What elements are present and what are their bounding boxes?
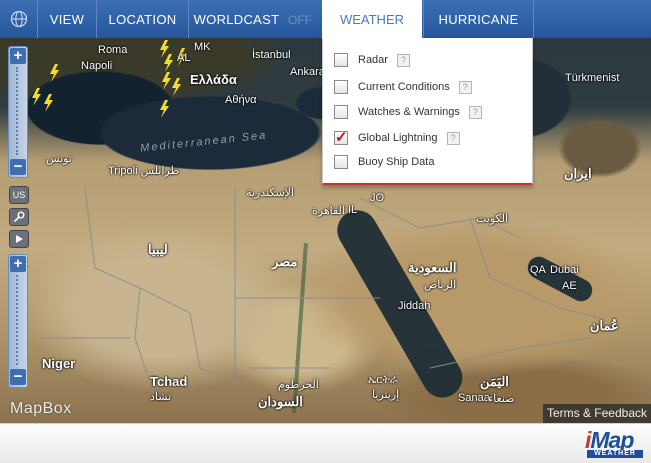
imap-weather-logo[interactable]: iMap WEATHER <box>585 427 645 459</box>
map-label: إريتريا <box>372 389 400 401</box>
map-label: الرياض <box>424 279 457 291</box>
map-label: Türkmenist <box>565 72 620 84</box>
map-label: Ελλάδα <box>190 72 237 87</box>
nav-worldcast[interactable]: WORLDCAST <box>189 0 284 38</box>
zoom-in-button[interactable]: + <box>10 256 26 272</box>
map-label: تونس <box>46 153 72 165</box>
lightning-icon <box>44 94 53 112</box>
map-label: السودان <box>258 394 303 409</box>
map-label: Dubai <box>550 264 579 276</box>
zoom-in-button[interactable]: + <box>10 48 26 64</box>
map-label: Tchad <box>150 374 188 389</box>
lightning-icon <box>50 64 59 82</box>
map-label: السعودية <box>408 260 457 275</box>
map-label: Sanaa <box>458 392 490 404</box>
nav-weather-tab[interactable]: WEATHER <box>322 0 422 38</box>
map-label: الخرطوم <box>278 379 319 391</box>
map-label: الإسكندرية <box>246 187 294 199</box>
us-button[interactable]: US <box>9 186 29 204</box>
radar-checkbox[interactable] <box>334 53 348 67</box>
zoom-slider-bottom[interactable]: + − <box>8 254 28 388</box>
watches-warnings-checkbox[interactable] <box>334 105 348 119</box>
layer-current-conditions[interactable]: Current Conditions ? <box>334 77 472 97</box>
footer-bar <box>0 423 651 463</box>
weather-layers-menu: Radar ? Current Conditions ? Watches & W… <box>322 38 533 185</box>
layer-global-lightning[interactable]: Global Lightning ? <box>334 128 460 148</box>
nav-view[interactable]: VIEW <box>38 0 97 38</box>
lightning-icon <box>164 54 173 72</box>
zoom-out-button[interactable]: − <box>10 369 26 385</box>
help-icon[interactable]: ? <box>396 53 410 67</box>
terms-feedback-link[interactable]: Terms & Feedback <box>543 404 651 423</box>
help-icon[interactable]: ? <box>458 80 472 94</box>
layer-radar[interactable]: Radar ? <box>334 50 410 70</box>
worldcast-off-toggle[interactable]: OFF <box>288 0 312 38</box>
lightning-icon <box>160 100 169 118</box>
top-nav-bar: VIEW LOCATION WORLDCAST OFF WEATHER HURR… <box>0 0 651 39</box>
layer-buoy-ship-data[interactable]: Buoy Ship Data <box>334 152 434 172</box>
map-label: صنعاء <box>488 393 515 405</box>
map-label: İstanbul <box>252 49 291 61</box>
layer-watches-warnings[interactable]: Watches & Warnings ? <box>334 102 482 122</box>
map-label: QA <box>530 264 546 276</box>
help-icon[interactable]: ? <box>446 131 460 145</box>
key-icon[interactable] <box>9 208 29 226</box>
map-label: MK <box>194 41 211 53</box>
nav-hurricane[interactable]: HURRICANE <box>423 0 534 38</box>
map-label: ኤርትራ <box>368 374 398 386</box>
map-label: ایران <box>564 166 592 181</box>
map-label: JO <box>370 192 385 204</box>
map-label: Niger <box>42 356 76 371</box>
globe-icon[interactable] <box>0 0 38 38</box>
map-label: Tripoli طرابلس <box>108 165 180 177</box>
nav-location[interactable]: LOCATION <box>97 0 189 38</box>
map-label: AL <box>177 52 191 64</box>
map-label: تشاد <box>150 391 172 403</box>
zoom-out-button[interactable]: − <box>10 159 26 175</box>
help-icon[interactable]: ? <box>468 105 482 119</box>
map-label: Roma <box>98 44 128 56</box>
map-label: IL <box>348 204 358 216</box>
map-label: القاهرة <box>312 205 345 217</box>
map-label: عُمان <box>590 318 619 333</box>
zoom-slider-top[interactable]: + − <box>8 46 28 178</box>
lightning-icon <box>172 78 181 96</box>
map-label: Αθήνα <box>225 94 257 106</box>
map-label: Ankara <box>290 66 325 78</box>
map-label: الكويت <box>476 213 509 225</box>
map-label: ليبيا <box>148 242 168 257</box>
map-label: Jiddah <box>398 300 431 312</box>
global-lightning-checkbox[interactable] <box>334 128 348 146</box>
map-label: مصر <box>272 254 298 269</box>
current-conditions-checkbox[interactable] <box>334 80 348 94</box>
map-label: اليَمَن <box>480 374 509 389</box>
lightning-icon <box>32 88 41 106</box>
play-icon[interactable] <box>9 230 29 248</box>
map-label: Napoli <box>81 60 113 72</box>
mapbox-logo[interactable]: MapBox <box>10 400 72 418</box>
map-label: AE <box>562 280 577 292</box>
buoy-ship-checkbox[interactable] <box>334 155 348 169</box>
